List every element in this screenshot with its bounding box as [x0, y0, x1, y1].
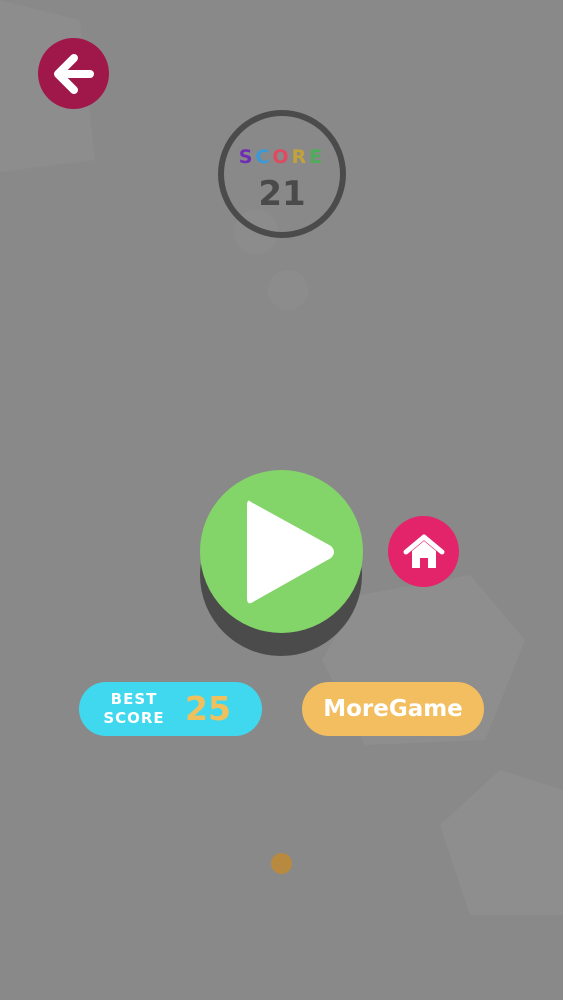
best-score-badge: BEST SCORE 25 — [79, 682, 262, 736]
more-game-button[interactable]: MoreGame — [302, 682, 484, 736]
play-button[interactable] — [200, 470, 363, 633]
home-icon — [403, 534, 444, 568]
best-score-label: BEST SCORE — [103, 690, 165, 727]
home-button[interactable] — [388, 516, 459, 587]
score-display: SCORE 21 — [218, 110, 346, 238]
score-label-letter: C — [255, 146, 273, 168]
score-value: 21 — [258, 174, 306, 214]
score-label-letter: O — [272, 146, 292, 168]
play-icon — [246, 500, 334, 603]
score-label-letter: E — [309, 146, 326, 168]
back-button[interactable] — [38, 38, 109, 109]
ball — [271, 853, 292, 874]
score-label-letter: R — [291, 146, 310, 168]
score-label-letter: S — [238, 146, 256, 168]
best-score-value: 25 — [185, 689, 231, 728]
arrow-left-icon — [53, 53, 94, 94]
score-label: SCORE — [224, 146, 340, 168]
